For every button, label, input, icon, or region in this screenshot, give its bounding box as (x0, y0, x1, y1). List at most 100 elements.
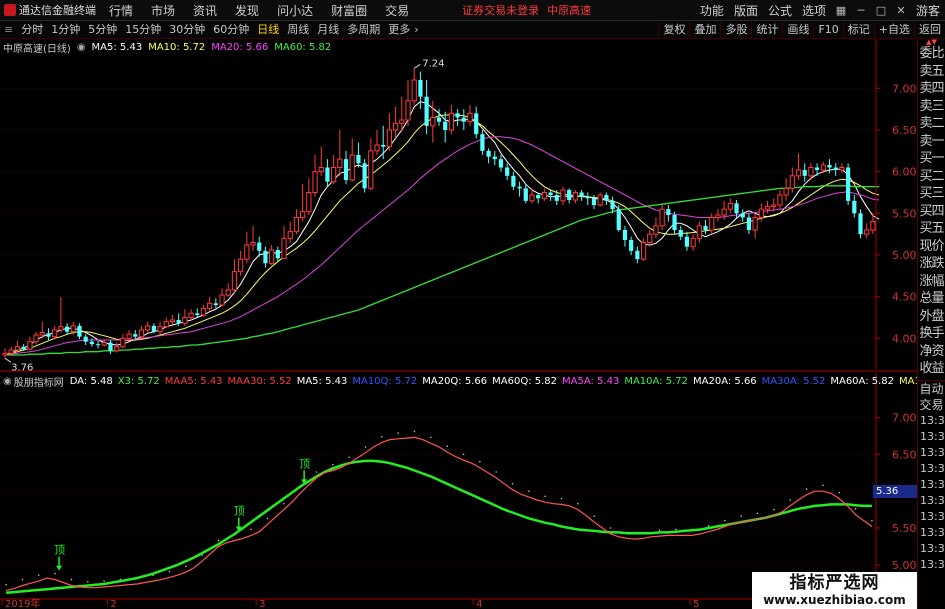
tool-diejia[interactable]: 叠加 (689, 21, 720, 39)
top-marker-arrowhead (56, 565, 63, 571)
side-item: 卖二 (919, 116, 944, 131)
x-tick-label: 2 (110, 599, 116, 609)
sub-green-line (5, 459, 872, 595)
main-y-tick-label: 7.00 (892, 82, 917, 95)
tool-biaoji[interactable]: 标记 (842, 21, 874, 39)
sub-dot (805, 488, 808, 490)
tool-fuquan[interactable]: 复权 (658, 21, 689, 39)
candle-body-up (771, 204, 777, 208)
top-marker-label: 顶 (54, 544, 65, 557)
login-notice[interactable]: 证券交易未登录 (458, 2, 543, 18)
period-more[interactable]: 更多 (384, 21, 414, 39)
candle-body-up (647, 233, 653, 244)
menu-banmian[interactable]: 版面 (729, 2, 763, 19)
sub-legend-item: MAA5: 5.43 (164, 375, 223, 387)
candle-body-down (461, 117, 466, 122)
tool-huaxian[interactable]: 画线 (782, 21, 813, 39)
candle-body-down (83, 336, 88, 342)
period-multi[interactable]: 多周期 (343, 21, 384, 39)
candle-body-up (225, 289, 231, 296)
sub-dot (283, 502, 285, 505)
main-y-tick-label: 4.00 (892, 332, 917, 345)
sub-dot (675, 528, 677, 531)
candle-body-down (480, 134, 485, 151)
tool-tongji[interactable]: 统计 (751, 21, 782, 39)
candle-body-up (312, 171, 318, 194)
sub-dot (773, 508, 775, 511)
tool-fanhui[interactable]: 返回 (914, 21, 945, 39)
sub-dot (184, 565, 187, 568)
candle-body-down (176, 320, 181, 324)
candle-body-down (424, 96, 429, 126)
period-weekly[interactable]: 周线 (283, 21, 313, 39)
side-lower-item: 13:35 (920, 477, 945, 491)
candle-body-up (70, 325, 76, 333)
right-menu: 功能 版面 公式 选项 ▦ ─ □ ✕ 游客 (695, 0, 945, 21)
brand-icon (4, 4, 16, 16)
toolbar-handle-icon[interactable]: ≡ (0, 21, 17, 39)
candle-body-down (505, 167, 510, 176)
tool-f10[interactable]: F10 (813, 21, 842, 39)
sub-y-tick-label: 7.00 (892, 411, 917, 424)
menu-gongneng[interactable]: 功能 (695, 2, 729, 19)
stock-app-window: { "app":{"title":"通达信金融终端","menu":["行情",… (0, 0, 945, 609)
candle-body-up (572, 192, 578, 201)
close-icon[interactable]: ✕ (893, 4, 909, 18)
candle-body-up (138, 329, 145, 338)
top-marker-label: 顶 (234, 505, 245, 518)
sub-dot (168, 570, 171, 573)
sub-legend-item: MA60A: 5.82 (830, 375, 895, 387)
sub-legend-item: MA5: 5.43 (296, 375, 348, 387)
menu-jiaoyi[interactable]: 交易 (376, 2, 418, 19)
menu-wenxiaoda[interactable]: 问小达 (268, 2, 322, 19)
candlestick-chart[interactable]: 7.243.76 4.004.505.005.506.006.507.00 顶顶… (0, 39, 917, 609)
tool-zixuan[interactable]: +自选 (873, 21, 914, 39)
candle-body-up (777, 194, 783, 206)
period-15min[interactable]: 15分钟 (121, 21, 165, 39)
candle-body-up (2, 352, 8, 356)
sub-dot (658, 529, 661, 532)
period-monthly[interactable]: 月线 (313, 21, 343, 39)
menu-shichang[interactable]: 市场 (142, 2, 184, 19)
sub-settings-icon[interactable]: ◉ (3, 376, 12, 387)
menu-zixun[interactable]: 资讯 (184, 2, 226, 19)
maximize-icon[interactable]: □ (873, 4, 889, 18)
sub-dot (479, 460, 481, 463)
sub-dot (397, 432, 399, 434)
grid-icon[interactable]: ▦ (833, 4, 849, 18)
menu-gongshi[interactable]: 公式 (763, 2, 797, 19)
candle-body-down (77, 325, 82, 337)
candle-body-up (368, 150, 374, 189)
period-60min[interactable]: 60分钟 (209, 21, 253, 39)
period-daily[interactable]: 日线 (253, 21, 283, 39)
sub-dot (593, 515, 595, 518)
period-5min[interactable]: 5分钟 (84, 21, 121, 39)
minimize-icon[interactable]: ─ (853, 4, 869, 18)
guest-label[interactable]: 游客 (911, 2, 945, 19)
candle-body-up (808, 167, 814, 177)
sub-dot (822, 484, 824, 487)
candle-body-up (33, 334, 39, 343)
candle-body-up (269, 249, 275, 264)
menu-xuanxiang[interactable]: 选项 (797, 2, 831, 19)
candle-body-up (250, 242, 256, 246)
menu-hangqing[interactable]: 行情 (100, 2, 142, 19)
candle-body-down (133, 334, 138, 337)
menu-faxian[interactable]: 发现 (226, 2, 268, 19)
sub-dot (348, 456, 350, 459)
menu-caifuquan[interactable]: 财富圈 (322, 2, 376, 19)
candle-body-up (39, 332, 45, 336)
period-1min[interactable]: 1分钟 (47, 21, 84, 39)
sub-dot (21, 578, 24, 581)
period-fenshi[interactable]: 分时 (17, 21, 47, 39)
candle-body-up (244, 244, 250, 260)
candle-body-up (529, 194, 535, 202)
period-30min[interactable]: 30分钟 (165, 21, 209, 39)
candle-body-down (151, 325, 156, 332)
side-item: 买二 (919, 168, 944, 184)
tool-duogu[interactable]: 多股 (720, 21, 751, 39)
chevron-right-icon[interactable]: › (414, 21, 418, 39)
candle-body-down (678, 230, 683, 237)
high-label: 7.24 (422, 58, 444, 69)
candle-body-up (399, 119, 405, 124)
